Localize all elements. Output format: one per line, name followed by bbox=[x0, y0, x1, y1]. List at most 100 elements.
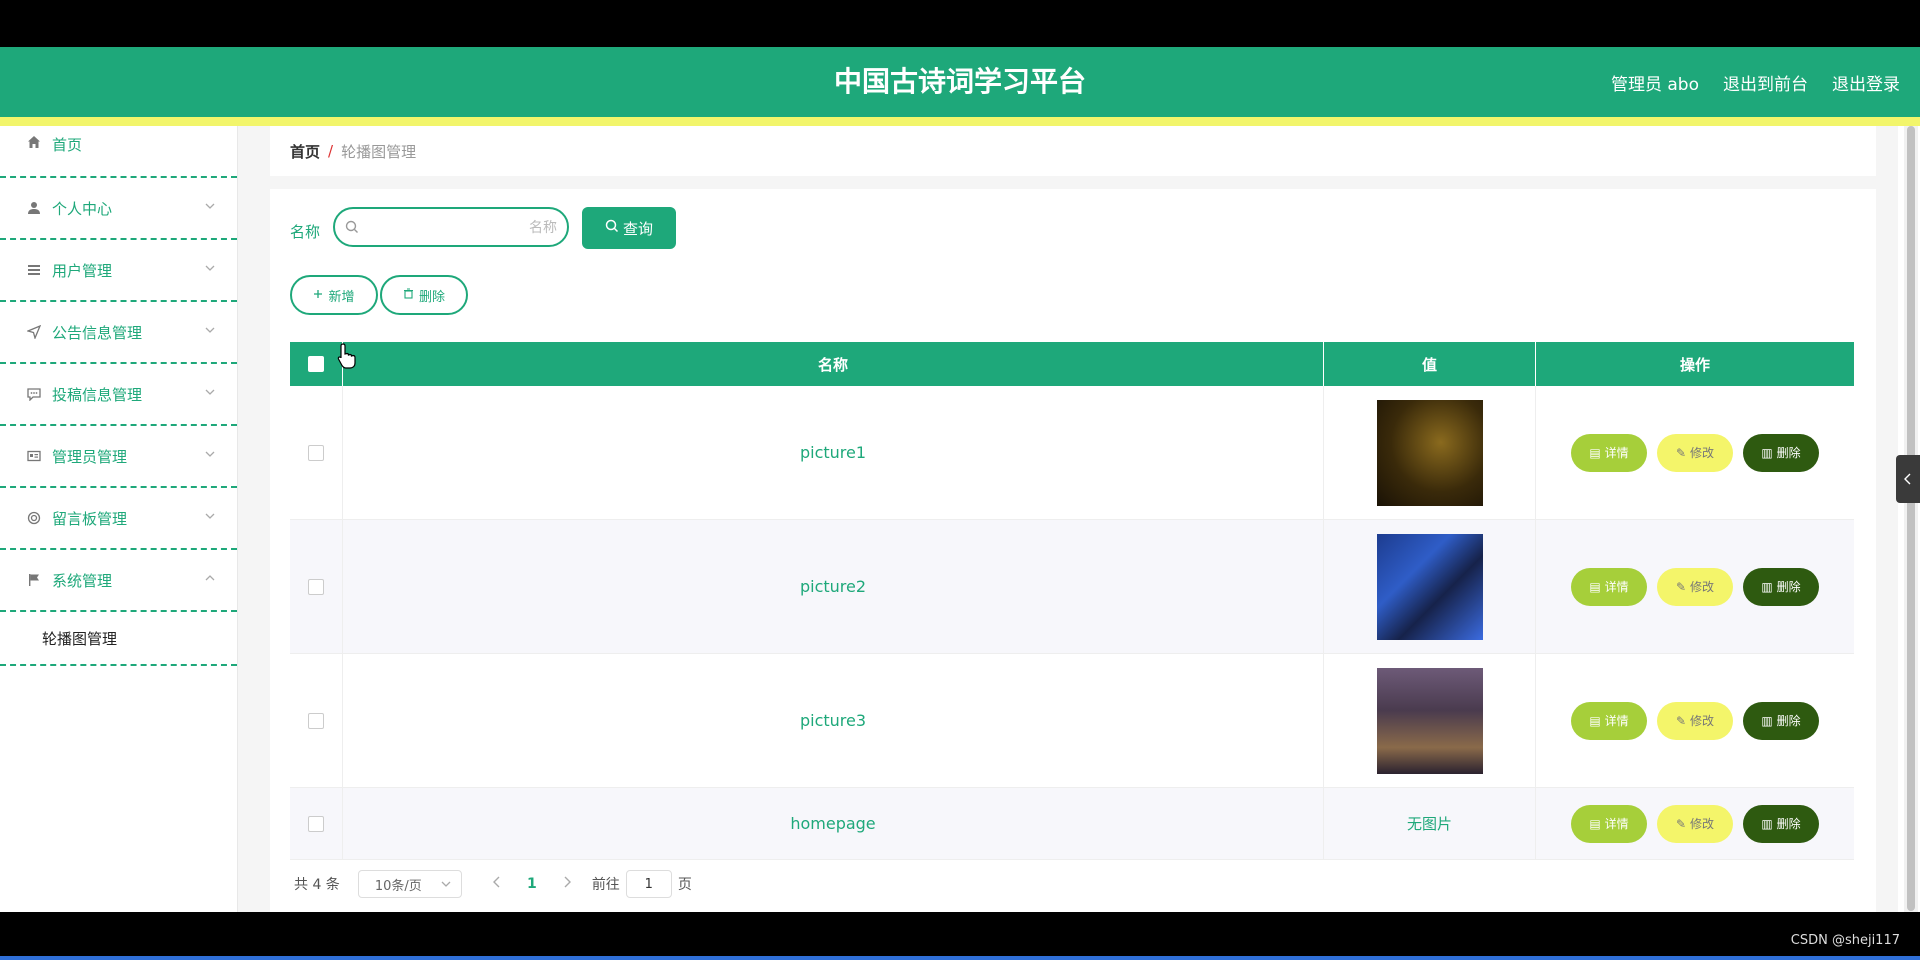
detail-label: 详情 bbox=[1604, 714, 1629, 728]
select-all-checkbox[interactable] bbox=[308, 356, 324, 372]
flag-icon bbox=[26, 572, 42, 588]
lifebuoy-icon bbox=[26, 510, 42, 526]
carousel-thumbnail bbox=[1376, 667, 1483, 774]
search-icon bbox=[605, 219, 619, 237]
plus-icon bbox=[313, 288, 323, 303]
logout-link[interactable]: 退出登录 bbox=[1832, 70, 1900, 95]
detail-button[interactable]: ▤ 详情 bbox=[1571, 433, 1647, 472]
cell-ops: ▤ 详情 ✎ 修改 ▥ 删除 bbox=[1536, 788, 1854, 859]
sidebar-item-label: 留言板管理 bbox=[52, 509, 128, 528]
delete-label: 删除 bbox=[1776, 580, 1801, 594]
top-links: 管理员 abo 退出到前台 退出登录 bbox=[1611, 47, 1900, 117]
sidebar-item-submission-management[interactable]: 投稿信息管理 bbox=[0, 364, 237, 426]
delete-label: 删除 bbox=[1776, 817, 1801, 831]
page-suffix: 页 bbox=[677, 877, 692, 893]
edit-button[interactable]: ✎ 修改 bbox=[1657, 433, 1733, 472]
delete-button[interactable]: ▥ 删除 bbox=[1743, 804, 1819, 843]
trash-icon: ▥ bbox=[1761, 713, 1773, 728]
detail-button[interactable]: ▤ 详情 bbox=[1571, 567, 1647, 606]
sidebar-item-announcement-management[interactable]: 公告信息管理 bbox=[0, 302, 237, 364]
cell-ops: ▤ 详情 ✎ 修改 ▥ 删除 bbox=[1536, 520, 1854, 653]
vertical-scrollbar[interactable] bbox=[1904, 126, 1918, 912]
chevron-down-icon bbox=[205, 264, 215, 275]
sidebar-item-admin-management[interactable]: 管理员管理 bbox=[0, 426, 237, 488]
edit-button[interactable]: ✎ 修改 bbox=[1657, 567, 1733, 606]
row-check-cell bbox=[290, 788, 343, 859]
page-number-current[interactable]: 1 bbox=[512, 876, 552, 892]
scrollbar-thumb[interactable] bbox=[1907, 126, 1915, 911]
row-checkbox[interactable] bbox=[308, 578, 324, 595]
chevron-down-icon bbox=[205, 450, 215, 461]
chevron-down-icon bbox=[205, 388, 215, 399]
pencil-icon: ✎ bbox=[1675, 713, 1687, 728]
chevron-down-icon bbox=[205, 512, 215, 523]
cell-value bbox=[1324, 386, 1536, 519]
sidebar-item-system-management[interactable]: 系统管理 bbox=[0, 550, 237, 612]
search-icon bbox=[345, 219, 359, 238]
delete-button[interactable]: ▥ 删除 bbox=[1743, 701, 1819, 740]
cell-name: picture1 bbox=[343, 386, 1324, 519]
admin-user-label[interactable]: 管理员 abo bbox=[1611, 70, 1699, 95]
document-icon: ▤ bbox=[1589, 579, 1601, 594]
sidebar-item-personal-center[interactable]: 个人中心 bbox=[0, 178, 237, 240]
header-ops: 操作 bbox=[1679, 355, 1710, 374]
sidebar-item-label: 公告信息管理 bbox=[52, 323, 143, 342]
table-header: 名称 值 操作 bbox=[290, 342, 1854, 386]
goto-page-input[interactable] bbox=[625, 870, 672, 898]
page-size-value: 10条/页 bbox=[374, 878, 422, 894]
sidebar-item-message-board[interactable]: 留言板管理 bbox=[0, 488, 237, 550]
delete-label: 删除 bbox=[1776, 446, 1801, 460]
breadcrumb-current: 轮播图管理 bbox=[341, 142, 417, 161]
exit-to-front-link[interactable]: 退出到前台 bbox=[1723, 70, 1808, 95]
trash-icon bbox=[403, 287, 414, 303]
sidebar-item-label: 投稿信息管理 bbox=[52, 385, 143, 404]
row-checkbox[interactable] bbox=[308, 712, 324, 729]
row-check-cell bbox=[290, 654, 343, 787]
sidebar: 首页 个人中心 用户管理 公告信息管理 投稿信息管理 管理员管理 留言板管理 系… bbox=[0, 126, 238, 912]
next-page-button[interactable] bbox=[552, 876, 582, 892]
content-panel: 名称 查询 新增 bbox=[270, 189, 1876, 912]
delete-button[interactable]: ▥ 删除 bbox=[1743, 567, 1819, 606]
row-checkbox[interactable] bbox=[308, 815, 324, 832]
chevron-left-icon bbox=[1904, 473, 1911, 485]
breadcrumb-home[interactable]: 首页 bbox=[290, 141, 320, 162]
carousel-thumbnail bbox=[1376, 533, 1483, 640]
chevron-left-icon bbox=[492, 876, 500, 888]
query-button[interactable]: 查询 bbox=[582, 207, 676, 249]
cell-value bbox=[1324, 654, 1536, 787]
sidebar-item-home[interactable]: 首页 bbox=[0, 126, 237, 178]
send-icon bbox=[26, 324, 42, 340]
watermark: CSDN @sheji117 bbox=[1790, 933, 1900, 948]
edit-button[interactable]: ✎ 修改 bbox=[1657, 701, 1733, 740]
delete-button[interactable]: ▥ 删除 bbox=[1743, 433, 1819, 472]
document-icon: ▤ bbox=[1589, 816, 1601, 831]
add-button[interactable]: 新增 bbox=[290, 275, 378, 315]
page-size-select[interactable]: 10条/页 bbox=[357, 870, 462, 898]
edit-button[interactable]: ✎ 修改 bbox=[1657, 804, 1733, 843]
detail-button[interactable]: ▤ 详情 bbox=[1571, 804, 1647, 843]
table-row: picture1 ▤ 详情 ✎ 修改 ▥ 删除 bbox=[290, 386, 1854, 520]
row-check-cell bbox=[290, 386, 343, 519]
document-icon: ▤ bbox=[1589, 713, 1601, 728]
pagination: 共 4 条 10条/页 1 前往 页 bbox=[294, 869, 692, 899]
carousel-thumbnail bbox=[1376, 399, 1483, 506]
trash-icon: ▥ bbox=[1761, 816, 1773, 831]
row-checkbox[interactable] bbox=[308, 444, 324, 461]
trash-icon: ▥ bbox=[1761, 579, 1773, 594]
search-label: 名称 bbox=[290, 223, 321, 241]
cell-name: picture3 bbox=[343, 654, 1324, 787]
data-table: 名称 值 操作 picture1 ▤ 详情 ✎ 修改 ▥ 删除 picture2… bbox=[290, 342, 1854, 860]
sidebar-subitem-carousel-management[interactable]: 轮播图管理 bbox=[0, 612, 237, 666]
mouse-cursor-icon bbox=[336, 342, 358, 374]
sidebar-item-user-management[interactable]: 用户管理 bbox=[0, 240, 237, 302]
prev-page-button[interactable] bbox=[482, 876, 512, 892]
detail-label: 详情 bbox=[1604, 446, 1629, 460]
detail-button[interactable]: ▤ 详情 bbox=[1571, 701, 1647, 740]
chevron-down-icon bbox=[205, 326, 215, 337]
side-panel-toggle[interactable] bbox=[1896, 455, 1920, 503]
cell-value bbox=[1324, 520, 1536, 653]
search-input[interactable] bbox=[365, 215, 559, 241]
chat-icon bbox=[26, 386, 42, 402]
batch-delete-button[interactable]: 删除 bbox=[380, 275, 468, 315]
sidebar-item-label: 系统管理 bbox=[52, 571, 113, 590]
